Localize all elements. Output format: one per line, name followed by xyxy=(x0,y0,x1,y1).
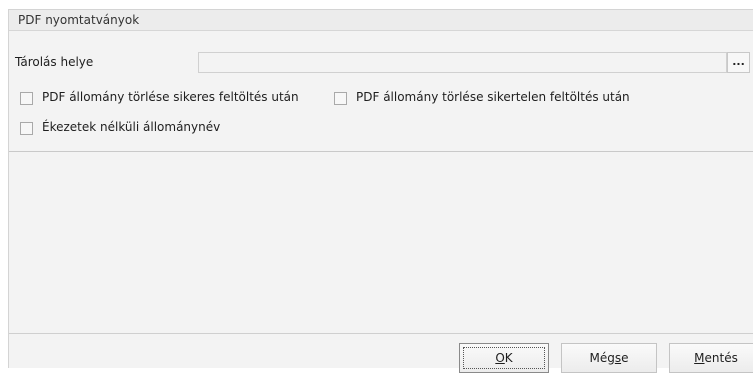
delete-after-failure-label: PDF állomány törlése sikertelen feltölté… xyxy=(356,90,630,104)
cancel-button[interactable]: Mégse xyxy=(561,343,657,373)
storage-location-label: Tárolás helye xyxy=(15,55,94,69)
no-accents-filename-label: Ékezetek nélküli állománynév xyxy=(42,120,221,134)
save-button[interactable]: Mentés xyxy=(669,343,753,373)
save-label-rest: entés xyxy=(704,351,738,365)
cancel-label-post: e xyxy=(621,351,629,365)
delete-after-failure-checkbox[interactable] xyxy=(334,92,347,105)
pdf-forms-group: PDF nyomtatványok Tárolás helye ... PDF … xyxy=(9,10,753,152)
delete-after-success-label: PDF állomány törlése sikeres feltöltés u… xyxy=(42,90,299,104)
browse-button[interactable]: ... xyxy=(727,52,750,73)
no-accents-filename-checkbox[interactable] xyxy=(20,122,33,135)
ok-button[interactable]: OK xyxy=(459,343,549,373)
cancel-label-pre: Még xyxy=(589,351,615,365)
save-mnemonic: M xyxy=(694,351,705,365)
focus-rectangle xyxy=(463,347,545,369)
group-header: PDF nyomtatványok xyxy=(9,10,753,31)
group-title: PDF nyomtatványok xyxy=(18,13,140,27)
settings-dialog: PDF nyomtatványok Tárolás helye ... PDF … xyxy=(8,9,753,373)
storage-location-input[interactable] xyxy=(198,52,727,73)
delete-after-success-checkbox[interactable] xyxy=(20,92,33,105)
footer-divider xyxy=(9,333,753,334)
